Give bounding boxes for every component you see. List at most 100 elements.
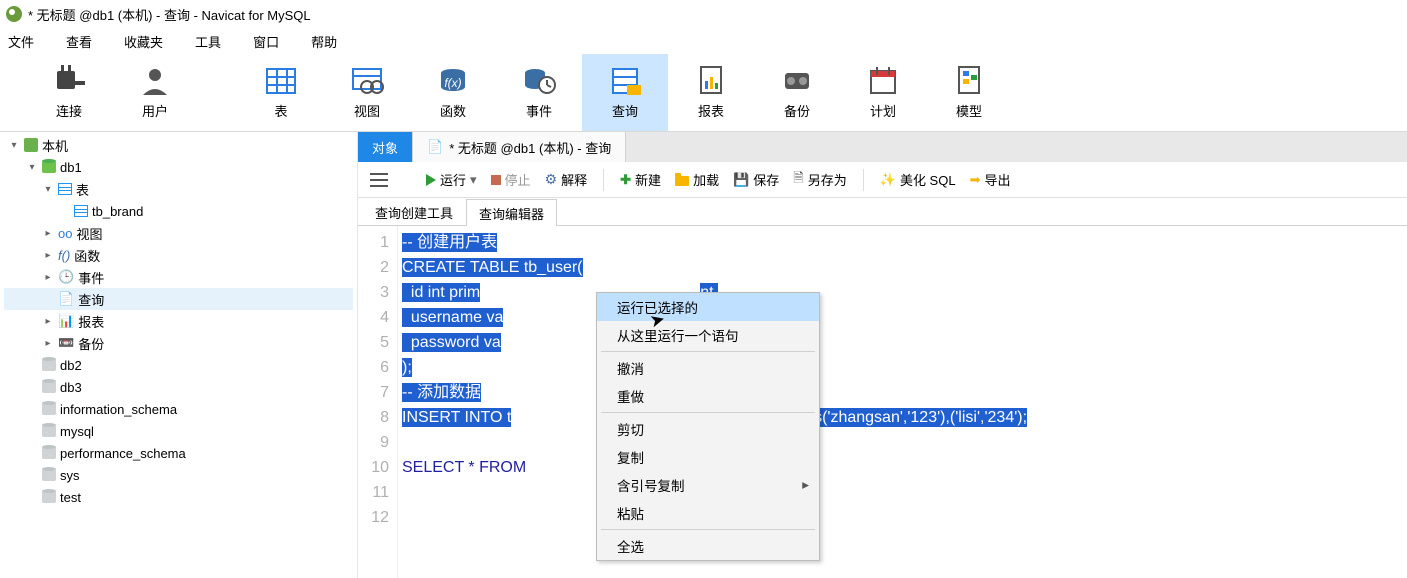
toolbar-function-label: 函数 (440, 101, 466, 120)
ctx-cut[interactable]: 剪切 (597, 415, 819, 443)
tree-tables[interactable]: ▾表 (4, 178, 353, 200)
menu-help[interactable]: 帮助 (311, 32, 337, 51)
tree-sys[interactable]: sys (4, 464, 353, 486)
report-node-icon: 📊 (58, 313, 74, 329)
menu-file[interactable]: 文件 (8, 32, 34, 51)
ctx-redo[interactable]: 重做 (597, 382, 819, 410)
query-actionbar: 运行▾ 停止 ⚙解释 ✚新建 加载 💾保存 🗎另存为 ✨美化 SQL ➡导出 (358, 162, 1407, 198)
sql-editor[interactable]: 123456789101112 -- 创建用户表 CREATE TABLE tb… (358, 226, 1407, 578)
new-button[interactable]: ✚新建 (616, 168, 665, 191)
menu-fav[interactable]: 收藏夹 (124, 32, 163, 51)
save-button[interactable]: 💾保存 (729, 168, 783, 191)
explain-button[interactable]: ⚙解释 (541, 168, 592, 191)
run-button[interactable]: 运行▾ (422, 168, 481, 191)
tree-host[interactable]: ▾本机 (4, 134, 353, 156)
stop-button[interactable]: 停止 (487, 168, 535, 191)
chevron-down-icon[interactable]: ▾ (42, 184, 54, 195)
tree-is[interactable]: information_schema (4, 398, 353, 420)
title-bar: * 无标题 @db1 (本机) - 查询 - Navicat for MySQL (0, 0, 1407, 28)
chevron-down-icon[interactable]: ▾ (26, 162, 38, 173)
menu-window[interactable]: 窗口 (253, 32, 279, 51)
save-icon: 💾 (733, 172, 749, 188)
code-l5: password va (402, 333, 501, 352)
chevron-right-icon[interactable]: ▸ (42, 250, 54, 261)
toolbar-view[interactable]: 视图 (324, 54, 410, 131)
window-title: * 无标题 @db1 (本机) - 查询 - Navicat for MySQL (28, 5, 311, 24)
query-subtabs: 查询创建工具 查询编辑器 (358, 198, 1407, 226)
query-node-icon: 📄 (58, 291, 74, 307)
code-l3a: id int prim (402, 283, 480, 302)
subtab-editor-label: 查询编辑器 (479, 204, 544, 223)
beautify-button[interactable]: ✨美化 SQL (876, 168, 960, 191)
server-icon (24, 138, 38, 152)
tree-mysql[interactable]: mysql (4, 420, 353, 442)
toolbar-plan[interactable]: 计划 (840, 54, 926, 131)
subtab-builder[interactable]: 查询创建工具 (362, 198, 466, 225)
tab-objects-label: 对象 (372, 138, 398, 157)
code-area[interactable]: -- 创建用户表 CREATE TABLE tb_user( id int pr… (398, 226, 1407, 578)
ctx-copy[interactable]: 复制 (597, 443, 819, 471)
toolbar-user[interactable]: 用户 (112, 54, 198, 131)
tree-backups[interactable]: ▸📼备份 (4, 332, 353, 354)
connection-tree[interactable]: ▾本机 ▾db1 ▾表 tb_brand ▸oo视图 ▸f()函数 ▸🕒事件 📄… (0, 132, 358, 578)
tree-queries[interactable]: 📄查询 (4, 288, 353, 310)
code-l6: ); (402, 358, 412, 377)
chevron-right-icon[interactable]: ▸ (42, 338, 54, 349)
chevron-right-icon[interactable]: ▸ (42, 272, 54, 283)
menu-tools[interactable]: 工具 (195, 32, 221, 51)
ctx-run-from-here[interactable]: 从这里运行一个语句 (597, 321, 819, 349)
tab-objects[interactable]: 对象 (358, 132, 413, 162)
chevron-right-icon[interactable]: ▸ (42, 228, 54, 239)
tree-events[interactable]: ▸🕒事件 (4, 266, 353, 288)
toolbar-function[interactable]: f(x) 函数 (410, 54, 496, 131)
database-icon (42, 491, 56, 503)
query-icon (607, 65, 643, 97)
tree-ps[interactable]: performance_schema (4, 442, 353, 464)
tree-funcs[interactable]: ▸f()函数 (4, 244, 353, 266)
ctx-select-all[interactable]: 全选 (597, 532, 819, 560)
menu-view[interactable]: 查看 (66, 32, 92, 51)
ctx-run-selected[interactable]: 运行已选择的 (597, 293, 819, 321)
load-button[interactable]: 加载 (671, 168, 723, 191)
ctx-redo-label: 重做 (617, 386, 644, 406)
tree-tb-brand-label: tb_brand (92, 204, 143, 219)
ctx-undo-label: 撤消 (617, 358, 644, 378)
tree-funcs-label: 函数 (74, 246, 100, 265)
subtab-editor[interactable]: 查询编辑器 (466, 199, 557, 226)
toolbar-report[interactable]: 报表 (668, 54, 754, 131)
tree-tb-brand[interactable]: tb_brand (4, 200, 353, 222)
tree-reports[interactable]: ▸📊报表 (4, 310, 353, 332)
database-icon (42, 425, 56, 437)
tree-views[interactable]: ▸oo视图 (4, 222, 353, 244)
line-gutter: 123456789101112 (358, 226, 398, 578)
tree-tables-label: 表 (76, 180, 89, 199)
ctx-copy-label: 复制 (617, 447, 644, 467)
tree-events-label: 事件 (78, 268, 104, 287)
table-icon (74, 205, 88, 217)
tree-test[interactable]: test (4, 486, 353, 508)
dropdown-icon[interactable]: ▾ (470, 172, 477, 188)
tree-db2[interactable]: db2 (4, 354, 353, 376)
chevron-down-icon[interactable]: ▾ (8, 140, 20, 151)
toolbar-table[interactable]: 表 (238, 54, 324, 131)
ctx-copy-quoted[interactable]: 含引号复制▸ (597, 471, 819, 499)
export-button[interactable]: ➡导出 (966, 168, 1015, 191)
ctx-paste[interactable]: 粘贴 (597, 499, 819, 527)
toolbar-backup[interactable]: 备份 (754, 54, 840, 131)
code-l8: -- 添加数据 (402, 383, 481, 402)
separator (863, 169, 864, 191)
menu-toggle[interactable] (366, 171, 392, 189)
saveas-button[interactable]: 🗎另存为 (789, 167, 850, 193)
toolbar-event[interactable]: 事件 (496, 54, 582, 131)
toolbar-model[interactable]: 模型 (926, 54, 1012, 131)
tab-query[interactable]: 📄* 无标题 @db1 (本机) - 查询 (413, 132, 626, 162)
tree-db1[interactable]: ▾db1 (4, 156, 353, 178)
chevron-right-icon[interactable]: ▸ (42, 316, 54, 327)
toolbar-connection[interactable]: 连接 (26, 54, 112, 131)
tree-db3[interactable]: db3 (4, 376, 353, 398)
ctx-undo[interactable]: 撤消 (597, 354, 819, 382)
code-l11: SELECT * FROM (402, 459, 526, 476)
load-label: 加载 (693, 170, 719, 189)
beautify-label: 美化 SQL (900, 170, 956, 189)
toolbar-query[interactable]: 查询 (582, 54, 668, 131)
